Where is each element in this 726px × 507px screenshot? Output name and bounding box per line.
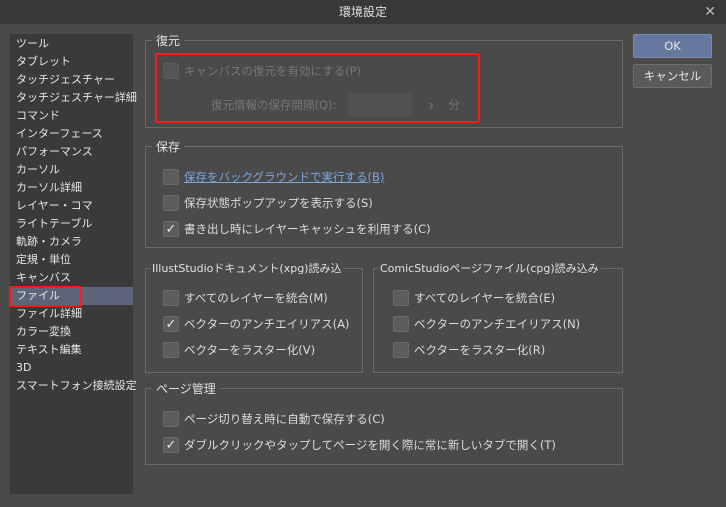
sidebar-item[interactable]: インターフェース xyxy=(10,125,133,143)
save-option[interactable]: ✓ 書き出し時にレイヤーキャッシュを利用する(C) xyxy=(163,221,431,237)
checkbox[interactable] xyxy=(393,342,409,358)
category-list[interactable]: ツール タブレット タッチジェスチャー タッチジェスチャー詳細 コマンド インターフェース… xyxy=(10,34,137,494)
unit-label: 分 xyxy=(448,98,460,112)
ok-button[interactable]: OK xyxy=(633,34,712,58)
comic-option[interactable]: すべてのレイヤーを統合(E) xyxy=(393,290,555,306)
page-option[interactable]: ✓ ダブルクリックやタップしてページを開く際に常に新しいタブで開く(T) xyxy=(163,437,556,453)
restore-title: 復元 xyxy=(152,32,185,49)
sidebar-item[interactable]: パフォーマンス xyxy=(10,143,133,161)
checkbox-label: ベクターのアンチエイリアス(N) xyxy=(414,317,581,331)
checkbox-label: すべてのレイヤーを統合(M) xyxy=(184,291,328,305)
checkbox-label: ページ切り替え時に自動で保存する(C) xyxy=(184,412,385,426)
checkbox-label: すべてのレイヤーを統合(E) xyxy=(414,291,556,305)
sidebar-item[interactable]: タブレット xyxy=(10,53,133,71)
checkbox[interactable] xyxy=(163,411,179,427)
checkbox-checked[interactable]: ✓ xyxy=(163,316,179,332)
enable-restore-checkbox[interactable]: キャンバスの復元を有効にする(P) xyxy=(163,63,361,79)
sidebar-item[interactable]: スマートフォン接続設定 xyxy=(10,377,137,395)
checkbox[interactable] xyxy=(163,342,179,358)
cancel-button[interactable]: キャンセル xyxy=(633,64,712,88)
checkbox[interactable] xyxy=(163,195,179,211)
checkbox-label: ダブルクリックやタップしてページを開く際に常に新しいタブで開く(T) xyxy=(184,438,556,452)
comic-option[interactable]: ベクターをラスター化(R) xyxy=(393,342,545,358)
checkbox-label: ベクターをラスター化(R) xyxy=(414,343,546,357)
sidebar-item[interactable]: カーソル xyxy=(10,161,133,179)
sidebar-item[interactable]: 軌跡・カメラ xyxy=(10,233,133,251)
checkbox-checked[interactable]: ✓ xyxy=(163,221,179,237)
save-option[interactable]: 保存状態ポップアップを表示する(S) xyxy=(163,195,373,211)
sidebar-item[interactable]: タッチジェスチャー xyxy=(10,71,133,89)
sidebar-item[interactable]: カーソル詳細 xyxy=(10,179,133,197)
sidebar-item[interactable]: キャンバス xyxy=(10,269,133,287)
comic-option[interactable]: ベクターのアンチエイリアス(N) xyxy=(393,316,580,332)
comic-title: ComicStudioページファイル(cpg)読み込み xyxy=(378,260,601,276)
illust-option[interactable]: すべてのレイヤーを統合(M) xyxy=(163,290,328,306)
sidebar-item[interactable]: 定規・単位 xyxy=(10,251,133,269)
sidebar-item[interactable]: 3D xyxy=(10,359,133,377)
checkbox-label: ベクターのアンチエイリアス(A) xyxy=(184,317,350,331)
close-icon[interactable]: ✕ xyxy=(704,0,716,24)
checkbox-checked[interactable]: ✓ xyxy=(163,437,179,453)
save-title: 保存 xyxy=(152,138,185,155)
illust-option[interactable]: ✓ ベクターのアンチエイリアス(A) xyxy=(163,316,349,332)
sidebar-item[interactable]: タッチジェスチャー詳細 xyxy=(10,89,137,107)
checkbox-label[interactable]: 保存をバックグラウンドで実行する(B) xyxy=(184,169,384,185)
checkbox-label: 保存状態ポップアップを表示する(S) xyxy=(184,196,373,210)
illust-title: IllustStudioドキュメント(xpg)読み込 xyxy=(150,260,344,276)
checkbox[interactable] xyxy=(393,316,409,332)
chevron-right-icon[interactable]: › xyxy=(428,96,434,114)
sidebar-item[interactable]: テキスト編集 xyxy=(10,341,133,359)
page-title: ページ管理 xyxy=(152,380,220,397)
sidebar-item[interactable]: ファイル詳細 xyxy=(10,305,133,323)
interval-input[interactable] xyxy=(348,93,413,117)
checkbox[interactable] xyxy=(163,169,179,185)
sidebar-item[interactable]: ライトテーブル xyxy=(10,215,133,233)
checkbox-label: ベクターをラスター化(V) xyxy=(184,343,316,357)
interval-label: 復元情報の保存間隔(Q): xyxy=(211,98,337,112)
illust-option[interactable]: ベクターをラスター化(V) xyxy=(163,342,315,358)
sidebar-item[interactable]: ツール xyxy=(10,35,133,53)
page-option[interactable]: ページ切り替え時に自動で保存する(C) xyxy=(163,411,385,427)
checkbox-label: キャンバスの復元を有効にする(P) xyxy=(184,64,362,78)
sidebar-item[interactable]: コマンド xyxy=(10,107,133,125)
checkbox[interactable] xyxy=(163,63,179,79)
window-title: 環境設定 xyxy=(338,5,387,19)
sidebar-item[interactable]: カラー変換 xyxy=(10,323,133,341)
checkbox-label: 書き出し時にレイヤーキャッシュを利用する(C) xyxy=(184,222,431,236)
save-option[interactable]: 保存をバックグラウンドで実行する(B) xyxy=(163,169,384,185)
interval-row: 復元情報の保存間隔(Q): › 分 xyxy=(211,93,460,117)
sidebar-item[interactable]: レイヤー・コマ xyxy=(10,197,133,215)
checkbox[interactable] xyxy=(393,290,409,306)
checkbox[interactable] xyxy=(163,290,179,306)
sidebar-item[interactable]: ファイル xyxy=(10,287,133,305)
title-bar: 環境設定 ✕ xyxy=(0,0,726,24)
